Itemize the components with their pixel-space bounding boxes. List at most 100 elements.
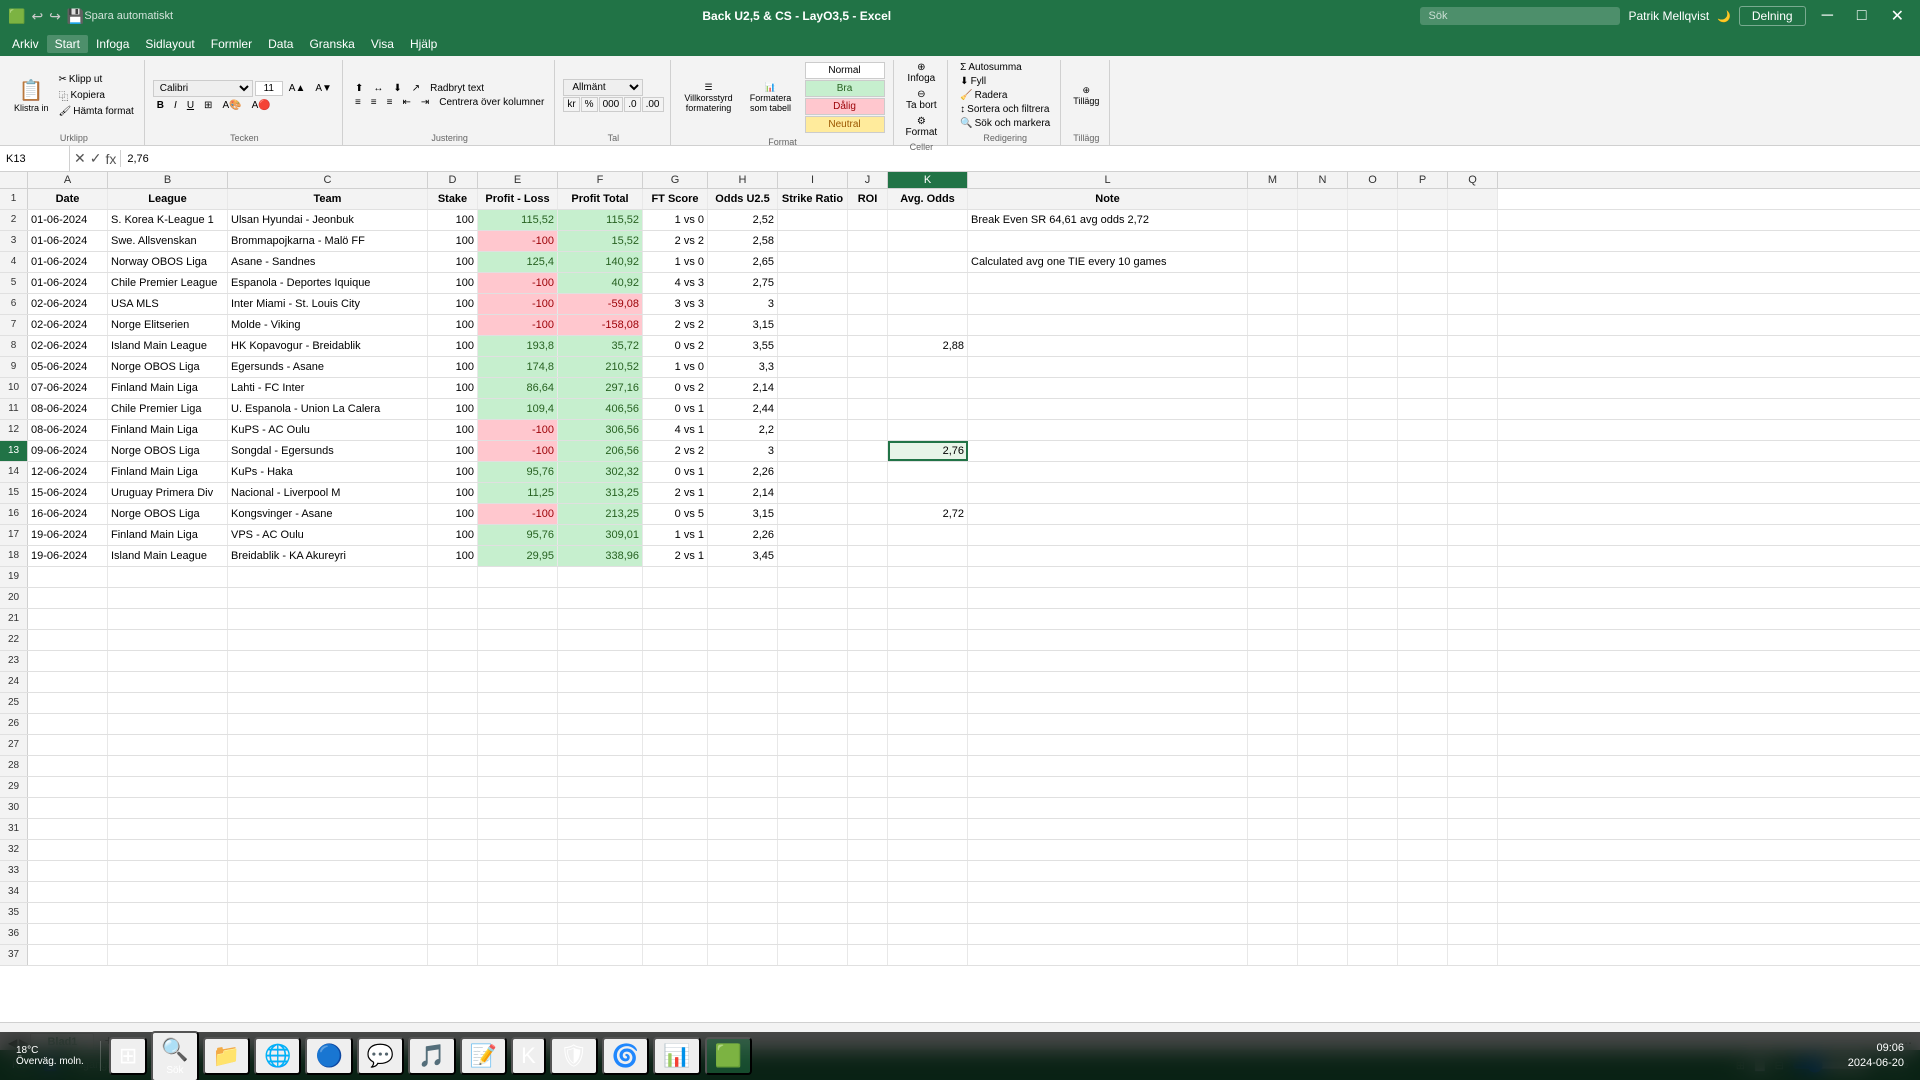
- cell[interactable]: [968, 546, 1248, 566]
- fill-color-button[interactable]: A🎨: [218, 99, 245, 112]
- cell[interactable]: 338,96: [558, 546, 643, 566]
- bold-button[interactable]: B: [153, 99, 168, 112]
- cell[interactable]: [848, 399, 888, 419]
- cell[interactable]: [478, 840, 558, 860]
- cell[interactable]: [428, 945, 478, 965]
- cell[interactable]: [708, 672, 778, 692]
- cell[interactable]: [888, 693, 968, 713]
- cell[interactable]: 08-06-2024: [28, 399, 108, 419]
- cell[interactable]: [1298, 735, 1348, 755]
- row-number[interactable]: 6: [0, 294, 28, 314]
- cell[interactable]: [888, 567, 968, 587]
- cell[interactable]: 15,52: [558, 231, 643, 251]
- cell[interactable]: [558, 840, 643, 860]
- cell[interactable]: [1448, 609, 1498, 629]
- cell[interactable]: [1348, 777, 1398, 797]
- cell[interactable]: [1298, 294, 1348, 314]
- cell[interactable]: [1398, 756, 1448, 776]
- cell[interactable]: [778, 504, 848, 524]
- cell[interactable]: [1348, 609, 1398, 629]
- cell[interactable]: 100: [428, 546, 478, 566]
- cell[interactable]: [778, 882, 848, 902]
- cell[interactable]: [228, 924, 428, 944]
- cell[interactable]: Finland Main Liga: [108, 420, 228, 440]
- row-number[interactable]: 1: [0, 189, 28, 209]
- cell[interactable]: [1248, 693, 1298, 713]
- cell[interactable]: [1348, 924, 1398, 944]
- border-button[interactable]: ⊞: [200, 99, 216, 112]
- cell[interactable]: [1298, 798, 1348, 818]
- cell[interactable]: [1398, 714, 1448, 734]
- apps-button-1[interactable]: K: [511, 1037, 546, 1075]
- cell[interactable]: [428, 672, 478, 692]
- cell[interactable]: [1448, 273, 1498, 293]
- row-number[interactable]: 29: [0, 777, 28, 797]
- chrome-button[interactable]: 🔵: [305, 1037, 352, 1075]
- cell[interactable]: 100: [428, 273, 478, 293]
- cell[interactable]: [1398, 903, 1448, 923]
- cell[interactable]: [1248, 819, 1298, 839]
- cell[interactable]: [968, 924, 1248, 944]
- confirm-formula-icon[interactable]: ✓: [90, 150, 102, 167]
- cell[interactable]: [968, 903, 1248, 923]
- row-number[interactable]: 2: [0, 210, 28, 230]
- cell[interactable]: [1348, 525, 1398, 545]
- cell[interactable]: 01-06-2024: [28, 210, 108, 230]
- cell[interactable]: [1348, 252, 1398, 272]
- cell[interactable]: [1448, 714, 1498, 734]
- cell[interactable]: [778, 252, 848, 272]
- edge-button[interactable]: 🌐: [254, 1037, 301, 1075]
- cell[interactable]: [1248, 714, 1298, 734]
- cell[interactable]: [778, 672, 848, 692]
- row-number[interactable]: 12: [0, 420, 28, 440]
- cell[interactable]: [1298, 189, 1348, 209]
- cell[interactable]: [708, 819, 778, 839]
- title-search-input[interactable]: [1420, 7, 1620, 25]
- cell[interactable]: 2,65: [708, 252, 778, 272]
- cell[interactable]: [708, 609, 778, 629]
- cell[interactable]: [708, 651, 778, 671]
- cell[interactable]: [1348, 399, 1398, 419]
- formula-input[interactable]: 2,76: [121, 153, 1920, 165]
- cell[interactable]: [778, 525, 848, 545]
- cell[interactable]: [1398, 252, 1448, 272]
- cell[interactable]: Norge OBOS Liga: [108, 504, 228, 524]
- menu-data[interactable]: Data: [260, 35, 301, 53]
- cell[interactable]: [1398, 399, 1448, 419]
- cell[interactable]: [643, 651, 708, 671]
- cell[interactable]: Inter Miami - St. Louis City: [228, 294, 428, 314]
- underline-button[interactable]: U: [183, 99, 198, 112]
- cell[interactable]: 2,26: [708, 462, 778, 482]
- redo-icon[interactable]: ↪: [49, 8, 61, 25]
- cell[interactable]: [968, 441, 1248, 461]
- cell[interactable]: [848, 861, 888, 881]
- cell[interactable]: [1448, 378, 1498, 398]
- format-cell-button[interactable]: ⚙ Format: [902, 114, 942, 140]
- close-button[interactable]: ✕: [1883, 0, 1912, 32]
- cell[interactable]: ROI: [848, 189, 888, 209]
- cell[interactable]: [778, 630, 848, 650]
- cell[interactable]: 2 vs 1: [643, 483, 708, 503]
- cell[interactable]: 100: [428, 441, 478, 461]
- file-explorer-button[interactable]: 📁: [203, 1037, 250, 1075]
- cell[interactable]: [1298, 483, 1348, 503]
- col-header-N[interactable]: N: [1298, 172, 1348, 188]
- cell[interactable]: [708, 567, 778, 587]
- delete-cell-button[interactable]: ⊖ Ta bort: [902, 87, 942, 113]
- cell[interactable]: [28, 756, 108, 776]
- cell[interactable]: [968, 336, 1248, 356]
- align-middle-button[interactable]: ↔: [369, 82, 387, 95]
- cell[interactable]: [108, 735, 228, 755]
- cell[interactable]: [1298, 462, 1348, 482]
- cell[interactable]: [1248, 756, 1298, 776]
- cell[interactable]: [1248, 903, 1298, 923]
- cell[interactable]: 2,26: [708, 525, 778, 545]
- cell[interactable]: [708, 882, 778, 902]
- cell[interactable]: -100: [478, 420, 558, 440]
- cell[interactable]: [1248, 777, 1298, 797]
- cell[interactable]: [558, 819, 643, 839]
- cell[interactable]: [478, 924, 558, 944]
- cell[interactable]: Swe. Allsvenskan: [108, 231, 228, 251]
- cell[interactable]: [888, 378, 968, 398]
- cell[interactable]: [968, 777, 1248, 797]
